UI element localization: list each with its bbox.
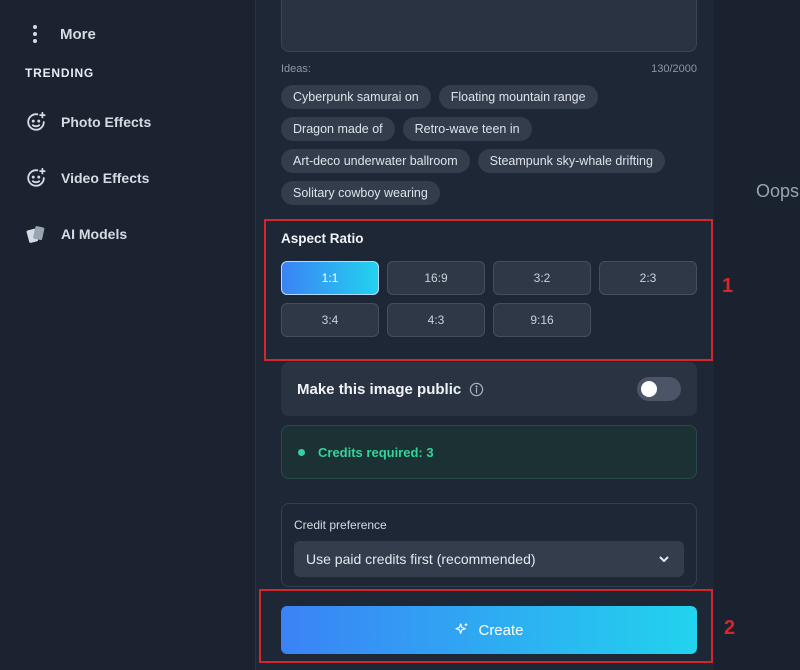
annotation-box-2 xyxy=(259,589,713,663)
sidebar-item-label: Video Effects xyxy=(61,170,150,186)
page: More TRENDING Photo Effects Video Effect… xyxy=(0,0,800,670)
annotation-box-1 xyxy=(264,219,713,361)
sidebar-item-label: AI Models xyxy=(61,226,128,242)
sidebar-item-video-effects[interactable]: Video Effects xyxy=(24,165,149,191)
idea-chip[interactable]: Cyberpunk samurai on xyxy=(281,85,431,109)
status-dot-icon xyxy=(298,448,305,456)
credit-preference-card: Credit preference Use paid credits first… xyxy=(281,503,697,587)
make-public-label: Make this image public xyxy=(297,380,462,398)
ideas-label: Ideas: xyxy=(281,63,311,75)
sidebar: More TRENDING Photo Effects Video Effect… xyxy=(0,0,256,670)
credit-preference-select[interactable]: Use paid credits first (recommended) xyxy=(294,541,684,577)
info-icon[interactable] xyxy=(469,381,485,397)
make-public-card: Make this image public xyxy=(281,362,697,416)
sidebar-item-photo-effects[interactable]: Photo Effects xyxy=(24,109,151,135)
trending-heading: TRENDING xyxy=(25,66,95,80)
idea-chip[interactable]: Solitary cowboy wearing xyxy=(281,181,440,205)
preview-message: Oops xyxy=(756,181,800,201)
face-plus-icon xyxy=(24,110,48,134)
sidebar-more-label: More xyxy=(60,25,96,43)
idea-chip[interactable]: Art-deco underwater ballroom xyxy=(281,149,470,173)
face-plus-icon xyxy=(24,166,48,190)
credit-preference-label: Credit preference xyxy=(294,518,387,532)
make-public-toggle[interactable] xyxy=(637,377,681,401)
char-count: 130/2000 xyxy=(651,63,697,75)
credits-required-card: Credits required: 3 xyxy=(281,425,697,479)
idea-chip[interactable]: Dragon made of xyxy=(281,117,395,141)
idea-chip[interactable]: Steampunk sky-whale drifting xyxy=(477,149,665,173)
credit-preference-value: Use paid credits first (recommended) xyxy=(306,551,536,567)
idea-chips: Cyberpunk samurai on Floating mountain r… xyxy=(281,85,701,205)
prompt-textarea[interactable] xyxy=(281,0,697,52)
cards-icon xyxy=(24,222,48,246)
toggle-knob xyxy=(641,381,657,397)
credits-required-text: Credits required: 3 xyxy=(318,444,434,460)
kebab-menu-icon xyxy=(24,23,46,45)
annotation-number-1: 1 xyxy=(722,275,734,297)
idea-chip[interactable]: Retro-wave teen in xyxy=(402,117,532,141)
sidebar-item-label: Photo Effects xyxy=(61,114,152,130)
idea-chip[interactable]: Floating mountain range xyxy=(438,85,598,109)
sidebar-item-ai-models[interactable]: AI Models xyxy=(24,221,127,247)
chevron-down-icon xyxy=(658,552,672,566)
preview-area: Oops xyxy=(714,0,800,670)
sidebar-more-button[interactable]: More xyxy=(24,22,96,46)
annotation-number-2: 2 xyxy=(724,617,736,639)
